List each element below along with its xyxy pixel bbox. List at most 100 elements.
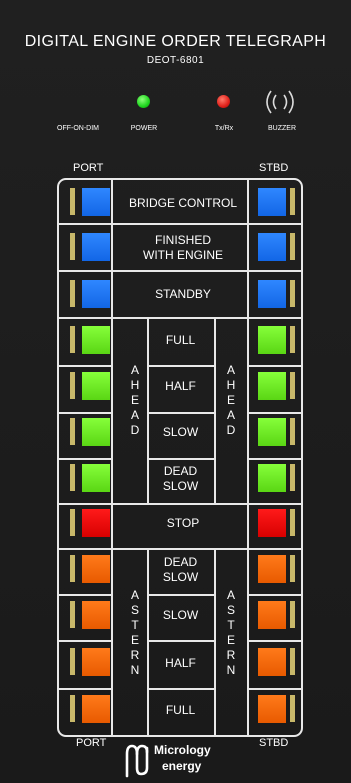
cmd-astern-dead-slow[interactable]: DEAD SLOW (147, 547, 214, 592)
port-lamp-bridge-control[interactable] (82, 188, 110, 216)
port-bar (70, 372, 75, 399)
stbd-label-top: STBD (259, 162, 289, 174)
port-divider (111, 180, 113, 735)
ahead-label-stbd: AHEAD (226, 363, 236, 437)
port-bar (70, 188, 75, 215)
stbd-bar (290, 233, 295, 260)
port-lamp-finished-with-engine[interactable] (82, 233, 110, 261)
port-bar (70, 326, 75, 353)
ahead-label-port: AHEAD (130, 363, 140, 437)
cmd-standby[interactable]: STANDBY (123, 272, 243, 317)
stbd-lamp-finished-with-engine[interactable] (258, 233, 286, 261)
port-sep-7 (59, 688, 111, 690)
stbd-bar (290, 464, 295, 491)
stbd-label-bottom: STBD (259, 737, 289, 749)
stbd-lamp-standby[interactable] (258, 280, 286, 308)
stbd-lamp-astern-half[interactable] (258, 648, 286, 676)
power-label: POWER (130, 125, 158, 132)
port-sep-3 (59, 458, 111, 460)
port-bar (70, 418, 75, 445)
stbd-bar (290, 188, 295, 215)
stbd-bar (290, 418, 295, 445)
stbd-bar (290, 326, 295, 353)
panel-title: DIGITAL ENGINE ORDER TELEGRAPH (24, 33, 327, 50)
cmd-astern-dead: DEAD (163, 554, 198, 569)
micrology-logo-mark (125, 744, 149, 778)
port-sep-2 (59, 412, 111, 414)
cmd-ahead-full[interactable]: FULL (147, 318, 214, 363)
stbd-lamp-astern-dead-slow[interactable] (258, 555, 286, 583)
port-lamp-astern-slow[interactable] (82, 601, 110, 629)
cmd-ahead-dead: DEAD (163, 463, 198, 478)
cmd-finished-line2: WITH ENGINE (143, 247, 223, 262)
port-bar (70, 648, 75, 675)
buzzer-icon[interactable] (259, 88, 301, 116)
stbd-sep-5 (247, 594, 301, 596)
stbd-lamp-ahead-dead-slow[interactable] (258, 464, 286, 492)
stbd-lamp-bridge-control[interactable] (258, 188, 286, 216)
stbd-bar (290, 555, 295, 582)
port-bar (70, 509, 75, 536)
stbd-bar (290, 601, 295, 628)
cmd-ahead-dead-slow-2: SLOW (162, 478, 199, 493)
port-sep-6 (59, 640, 111, 642)
port-lamp-astern-full[interactable] (82, 695, 110, 723)
cmd-bridge-control[interactable]: BRIDGE CONTROL (123, 183, 243, 224)
cmd-astern-full[interactable]: FULL (147, 688, 214, 733)
port-sep-5 (59, 594, 111, 596)
logo-line2: energy (162, 759, 202, 773)
micrology-logo: Micrology energy (124, 740, 244, 780)
stbd-bar (290, 509, 295, 536)
stbd-sep-2 (247, 412, 301, 414)
astern-label-stbd: ASTERN (226, 588, 236, 677)
port-lamp-standby[interactable] (82, 280, 110, 308)
stbd-lamp-ahead-slow[interactable] (258, 418, 286, 446)
port-lamp-ahead-dead-slow[interactable] (82, 464, 110, 492)
buzzer-label: BUZZER (268, 125, 296, 132)
port-label-bottom: PORT (76, 737, 107, 749)
port-lamp-stop[interactable] (82, 509, 110, 537)
cmd-finished-line1: FINISHED (154, 232, 211, 247)
stbd-sep-6 (247, 640, 301, 642)
cmd-stop[interactable]: STOP (123, 502, 243, 545)
stbd-bar (290, 372, 295, 399)
stbd-bar (290, 695, 295, 722)
txrx-led (217, 95, 230, 108)
cmd-ahead-slow[interactable]: SLOW (147, 410, 214, 455)
port-bar (70, 695, 75, 722)
cmd-ahead-dead-slow[interactable]: DEAD SLOW (147, 456, 214, 501)
astern-label-port: ASTERN (130, 588, 140, 677)
port-lamp-ahead-slow[interactable] (82, 418, 110, 446)
cmd-finished-with-engine[interactable]: FINISHED WITH ENGINE (123, 225, 243, 270)
port-bar (70, 555, 75, 582)
logo-line1: Micrology (154, 743, 211, 757)
port-lamp-astern-dead-slow[interactable] (82, 555, 110, 583)
power-led (137, 95, 150, 108)
port-bar (70, 464, 75, 491)
txrx-label: Tx/Rx (214, 125, 234, 132)
stbd-sep-3 (247, 458, 301, 460)
port-bar (70, 280, 75, 307)
port-lamp-ahead-half[interactable] (82, 372, 110, 400)
port-sep-1 (59, 365, 111, 367)
stbd-lamp-astern-full[interactable] (258, 695, 286, 723)
off-on-dim-label: OFF-ON-DIM (57, 125, 99, 132)
port-label-top: PORT (73, 162, 104, 174)
model-number: DEOT-6801 (146, 55, 205, 66)
port-lamp-ahead-full[interactable] (82, 326, 110, 354)
port-bar (70, 233, 75, 260)
cmd-astern-half[interactable]: HALF (147, 640, 214, 686)
cmd-astern-slow[interactable]: SLOW (147, 593, 214, 638)
port-bar (70, 601, 75, 628)
stbd-lamp-ahead-half[interactable] (258, 372, 286, 400)
stbd-lamp-astern-slow[interactable] (258, 601, 286, 629)
stbd-lamp-stop[interactable] (258, 509, 286, 537)
stbd-bar (290, 280, 295, 307)
stbd-sep-7 (247, 688, 301, 690)
stbd-lamp-ahead-full[interactable] (258, 326, 286, 354)
cmd-astern-dead-slow-2: SLOW (162, 569, 199, 584)
stbd-sep-1 (247, 365, 301, 367)
port-lamp-astern-half[interactable] (82, 648, 110, 676)
cmd-ahead-half[interactable]: HALF (147, 364, 214, 409)
stbd-bar (290, 648, 295, 675)
